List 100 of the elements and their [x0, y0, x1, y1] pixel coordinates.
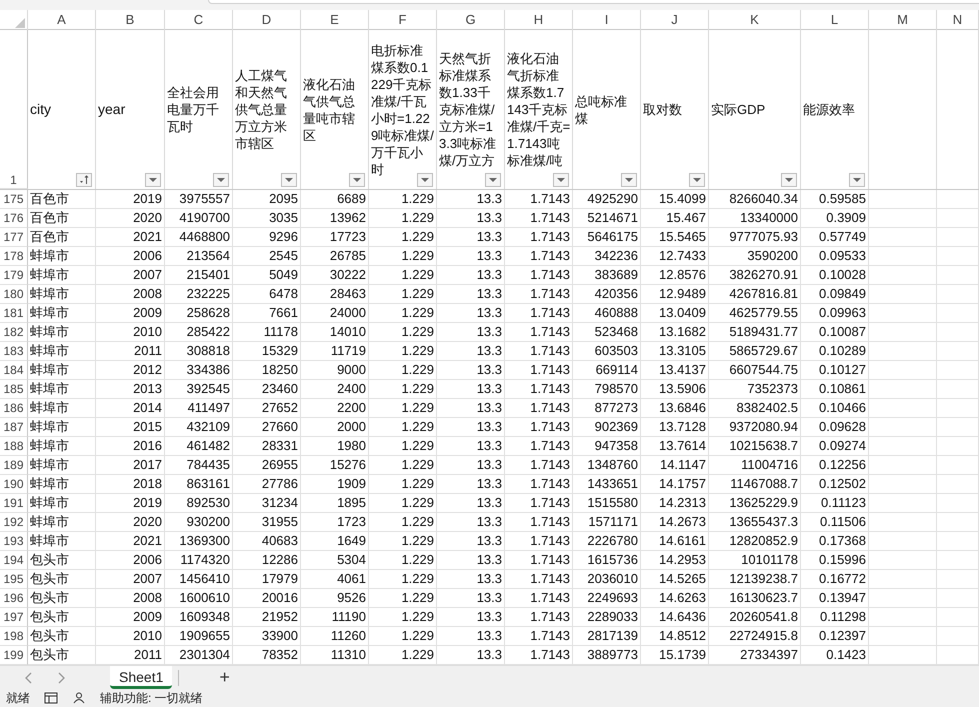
column-letter[interactable]: M	[869, 10, 937, 30]
table-cell: 15276	[301, 456, 369, 475]
table-cell: 232225	[165, 285, 233, 304]
table-cell: 1369300	[165, 532, 233, 551]
empty-cell	[937, 627, 979, 646]
column-letter[interactable]: K	[709, 10, 801, 30]
column-letter[interactable]: B	[96, 10, 165, 30]
column-letter[interactable]: F	[369, 10, 437, 30]
row-number[interactable]: 196	[0, 589, 28, 608]
table-cell: 1.7143	[505, 228, 573, 247]
row-number[interactable]: 188	[0, 437, 28, 456]
table-cell: 420356	[573, 285, 641, 304]
row-number[interactable]: 185	[0, 380, 28, 399]
table-cell: 892530	[165, 494, 233, 513]
table-cell: 902369	[573, 418, 641, 437]
empty-cell	[869, 551, 937, 570]
filter-button[interactable]	[145, 173, 161, 187]
table-cell: 1.229	[369, 551, 437, 570]
row-number[interactable]: 1	[0, 30, 28, 189]
column-letter[interactable]: C	[165, 10, 233, 30]
column-letter[interactable]: G	[437, 10, 505, 30]
table-cell: 蚌埠市	[28, 513, 96, 532]
filter-button[interactable]	[417, 173, 433, 187]
filter-button[interactable]	[849, 173, 865, 187]
table-cell: 26955	[233, 456, 301, 475]
table-cell: 蚌埠市	[28, 304, 96, 323]
filter-button[interactable]	[213, 173, 229, 187]
row-number[interactable]: 177	[0, 228, 28, 247]
filter-button[interactable]	[553, 173, 569, 187]
row-number[interactable]: 193	[0, 532, 28, 551]
column-letter[interactable]: N	[937, 10, 979, 30]
row-number[interactable]: 191	[0, 494, 28, 513]
row-number[interactable]: 194	[0, 551, 28, 570]
filter-button[interactable]	[76, 173, 92, 187]
column-letter[interactable]: I	[573, 10, 641, 30]
table-cell: 13.3	[437, 342, 505, 361]
row-number[interactable]: 187	[0, 418, 28, 437]
row-number[interactable]: 175	[0, 190, 28, 209]
row-number[interactable]: 179	[0, 266, 28, 285]
sheet-tab[interactable]: Sheet1	[110, 666, 172, 689]
table-cell: 1.229	[369, 418, 437, 437]
table-cell: 11178	[233, 323, 301, 342]
table-cell: 2095	[233, 190, 301, 209]
table-cell: 蚌埠市	[28, 342, 96, 361]
filter-button[interactable]	[621, 173, 637, 187]
column-letter[interactable]: J	[641, 10, 709, 30]
filter-button[interactable]	[781, 173, 797, 187]
row-number[interactable]: 180	[0, 285, 28, 304]
column-letter[interactable]: D	[233, 10, 301, 30]
row-number[interactable]: 197	[0, 608, 28, 627]
table-cell: 24000	[301, 304, 369, 323]
row-number[interactable]: 178	[0, 247, 28, 266]
row-number[interactable]: 181	[0, 304, 28, 323]
row-number[interactable]: 184	[0, 361, 28, 380]
empty-cell	[869, 266, 937, 285]
row-number[interactable]: 192	[0, 513, 28, 532]
column-header: 液化石油气供气总量吨市辖区	[303, 76, 356, 144]
table-cell: 863161	[165, 475, 233, 494]
filter-button[interactable]	[689, 173, 705, 187]
table-cell: 13.3	[437, 380, 505, 399]
table-cell: 1.7143	[505, 323, 573, 342]
row-number[interactable]: 199	[0, 646, 28, 665]
empty-cell	[937, 475, 979, 494]
table-cell: 27786	[233, 475, 301, 494]
table-cell: 3826270.91	[709, 266, 801, 285]
row-number[interactable]: 183	[0, 342, 28, 361]
table-cell: 5865729.67	[709, 342, 801, 361]
table-cell: 9000	[301, 361, 369, 380]
table-cell: 2400	[301, 380, 369, 399]
row-number[interactable]: 186	[0, 399, 28, 418]
filter-button[interactable]	[485, 173, 501, 187]
row-number[interactable]: 198	[0, 627, 28, 646]
filter-button[interactable]	[281, 173, 297, 187]
table-cell: 14.6161	[641, 532, 709, 551]
row-number[interactable]: 176	[0, 209, 28, 228]
table-cell: 0.11123	[801, 494, 869, 513]
sheet-view-icon[interactable]	[44, 692, 58, 704]
accessibility-status[interactable]: 辅助功能: 一切就绪	[100, 690, 203, 706]
empty-cell	[869, 589, 937, 608]
row-number[interactable]: 190	[0, 475, 28, 494]
empty-cell	[869, 418, 937, 437]
table-cell: 2016	[96, 437, 165, 456]
add-sheet-button[interactable]: +	[217, 667, 232, 688]
filter-button[interactable]	[349, 173, 365, 187]
table-cell: 蚌埠市	[28, 266, 96, 285]
column-letter[interactable]: A	[28, 10, 96, 30]
table-cell: 2036010	[573, 570, 641, 589]
table-cell: 9372080.94	[709, 418, 801, 437]
table-cell: 1.229	[369, 456, 437, 475]
row-number[interactable]: 189	[0, 456, 28, 475]
row-number[interactable]: 195	[0, 570, 28, 589]
table-cell: 百色市	[28, 209, 96, 228]
column-letter[interactable]: E	[301, 10, 369, 30]
row-number[interactable]: 182	[0, 323, 28, 342]
table-cell: 蚌埠市	[28, 380, 96, 399]
table-cell: 5646175	[573, 228, 641, 247]
column-letter[interactable]: L	[801, 10, 869, 30]
column-letter[interactable]: H	[505, 10, 573, 30]
table-cell: 5049	[233, 266, 301, 285]
table-cell: 342236	[573, 247, 641, 266]
